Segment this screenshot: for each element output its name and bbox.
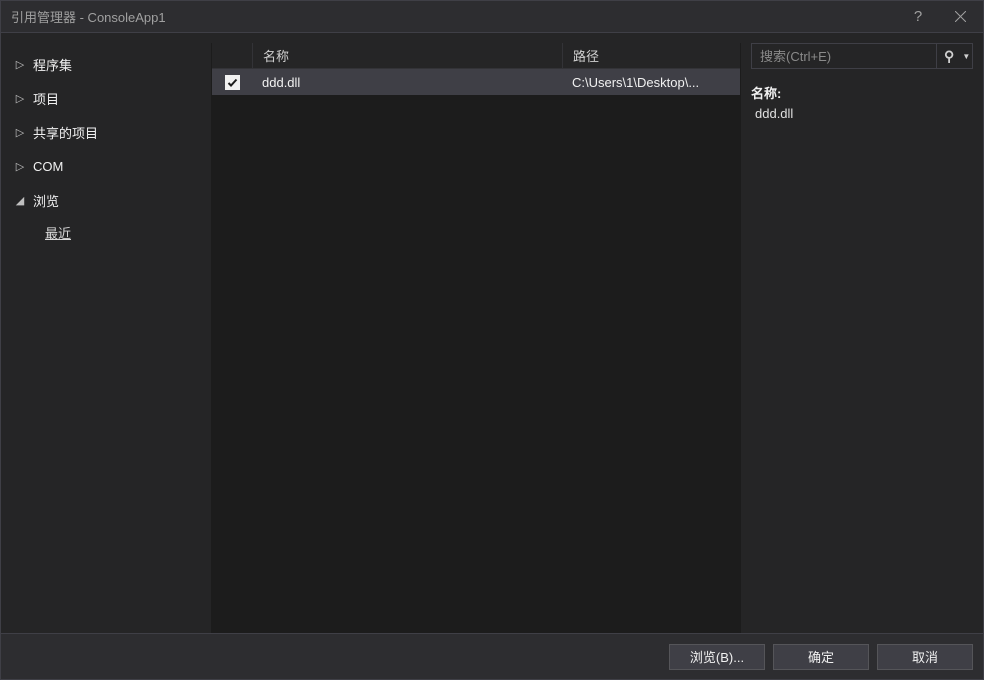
search-input[interactable] [752, 49, 936, 64]
sidebar-item-label: 程序集 [33, 55, 72, 74]
sidebar-item-assemblies[interactable]: ▷ 程序集 [5, 47, 211, 81]
search-button[interactable]: ⚲ [936, 44, 961, 68]
chevron-right-icon: ▷ [13, 58, 27, 71]
sidebar-item-label: 项目 [33, 89, 59, 108]
browse-button[interactable]: 浏览(B)... [669, 644, 765, 670]
sidebar-item-com[interactable]: ▷ COM [5, 149, 211, 183]
chevron-right-icon: ▷ [13, 160, 27, 173]
cancel-button-label: 取消 [912, 647, 938, 666]
browse-button-label: 浏览(B)... [690, 647, 744, 666]
main-area: ▷ 程序集 ▷ 项目 ▷ 共享的项目 ▷ COM ◢ 浏览 [1, 33, 983, 633]
column-header-path-label: 路径 [573, 46, 599, 65]
sidebar-item-label: 浏览 [33, 191, 59, 210]
close-button[interactable] [938, 1, 983, 32]
chevron-down-icon: ▼ [962, 52, 970, 61]
checkmark-icon [227, 77, 238, 88]
sidebar-subitem-recent[interactable]: 最近 [5, 217, 211, 247]
right-panel: ⚲ ▼ 名称: ddd.dll [741, 43, 983, 633]
dialog-body: ▷ 程序集 ▷ 项目 ▷ 共享的项目 ▷ COM ◢ 浏览 [1, 33, 983, 679]
chevron-right-icon: ▷ [13, 92, 27, 105]
chevron-down-icon: ◢ [13, 194, 27, 207]
sidebar-item-browse[interactable]: ◢ 浏览 [5, 183, 211, 217]
sidebar-item-projects[interactable]: ▷ 项目 [5, 81, 211, 115]
reference-row[interactable]: ddd.dll C:\Users\1\Desktop\... [212, 69, 740, 95]
sidebar-item-label: COM [33, 159, 63, 174]
search-box[interactable]: ⚲ ▼ [751, 43, 973, 69]
detail-name-label: 名称: [751, 83, 973, 102]
cancel-button[interactable]: 取消 [877, 644, 973, 670]
column-header-name[interactable]: 名称 [252, 43, 562, 68]
chevron-right-icon: ▷ [13, 126, 27, 139]
footer: 浏览(B)... 确定 取消 [1, 633, 983, 679]
list-header: 名称 路径 [212, 43, 740, 69]
row-checkbox[interactable] [225, 75, 240, 90]
column-header-checkbox[interactable] [212, 43, 252, 68]
sidebar-item-shared-projects[interactable]: ▷ 共享的项目 [5, 115, 211, 149]
reference-manager-window: 引用管理器 - ConsoleApp1 ? ▷ 程序集 ▷ 项目 [0, 0, 984, 680]
ok-button[interactable]: 确定 [773, 644, 869, 670]
column-header-path[interactable]: 路径 [562, 43, 740, 68]
search-dropdown[interactable]: ▼ [961, 44, 972, 68]
column-header-name-label: 名称 [263, 46, 289, 65]
help-button[interactable]: ? [898, 8, 938, 25]
sidebar-subitem-label: 最近 [45, 223, 71, 242]
titlebar: 引用管理器 - ConsoleApp1 ? [1, 1, 983, 33]
window-title: 引用管理器 - ConsoleApp1 [11, 7, 898, 26]
sidebar-item-label: 共享的项目 [33, 123, 98, 142]
sidebar: ▷ 程序集 ▷ 项目 ▷ 共享的项目 ▷ COM ◢ 浏览 [1, 43, 211, 633]
row-name: ddd.dll [252, 75, 562, 90]
list-body: ddd.dll C:\Users\1\Desktop\... [212, 69, 740, 633]
detail-name-value: ddd.dll [755, 106, 973, 121]
search-icon: ⚲ [944, 48, 954, 65]
ok-button-label: 确定 [808, 647, 834, 666]
close-icon [955, 11, 966, 22]
reference-list: 名称 路径 [211, 43, 741, 633]
row-path: C:\Users\1\Desktop\... [562, 75, 740, 90]
